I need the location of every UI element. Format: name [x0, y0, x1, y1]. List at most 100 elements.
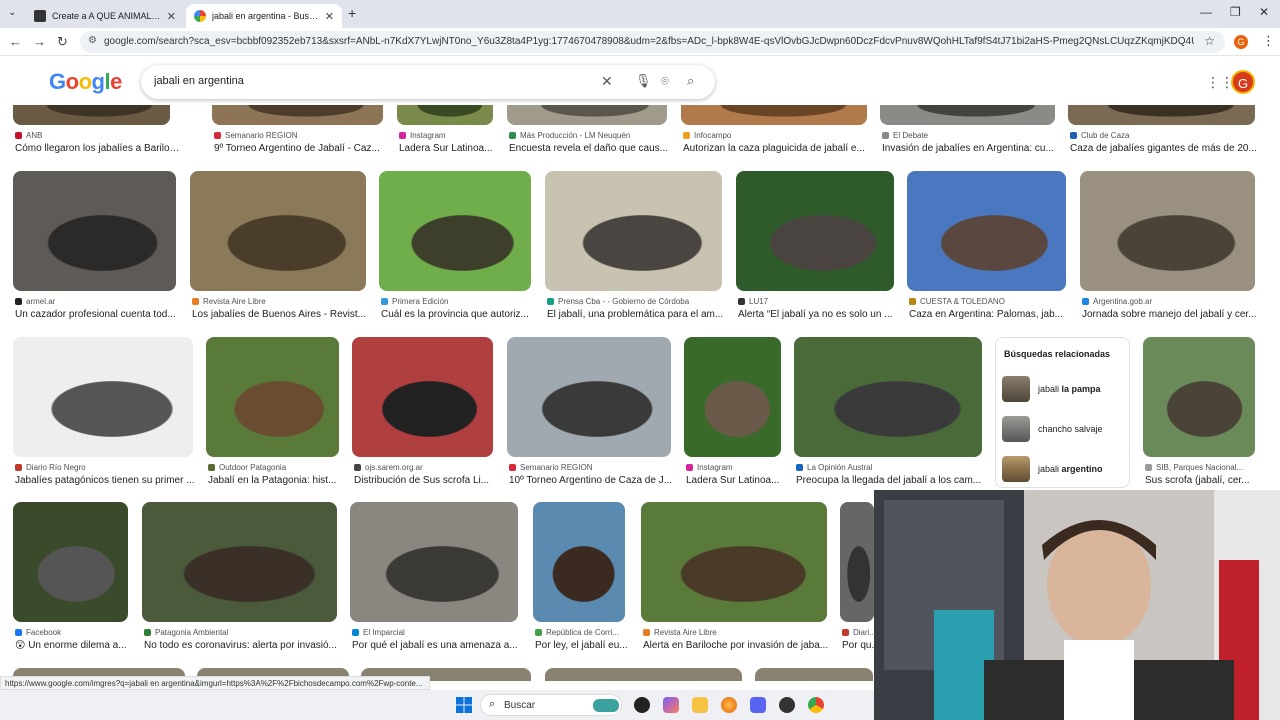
search-icon[interactable]: ⌕	[687, 73, 694, 89]
boar-photo[interactable]	[13, 105, 170, 125]
lens-icon[interactable]: ⌾	[661, 73, 669, 89]
boar-photo[interactable]	[206, 337, 339, 457]
result-title[interactable]: Caza en Argentina: Palomas, jab...	[909, 309, 1076, 320]
boar-photo[interactable]	[397, 105, 493, 125]
result-source[interactable]: CUESTA & TOLEDANO	[909, 297, 1005, 306]
boar-photo[interactable]	[736, 171, 894, 291]
result-title[interactable]: Los jabalíes de Buenos Aires - Revist...	[192, 309, 376, 320]
image-result-card[interactable]: ojs.sarem.org.ar Distribución de Sus scro…	[352, 337, 493, 507]
image-result-card[interactable]: SIB, Parques Nacional... Sus scrofa (jaba…	[1143, 337, 1255, 507]
image-result-card[interactable]: CUESTA & TOLEDANO Caza en Argentina: Palo…	[907, 171, 1066, 341]
result-source[interactable]: Semanario REGION	[214, 131, 297, 140]
boar-photo[interactable]	[545, 171, 722, 291]
app-icon[interactable]	[779, 697, 795, 713]
result-title[interactable]: Encuesta revela el daño que caus...	[509, 143, 677, 154]
image-result-card[interactable]: Revista Aire Libre Los jabalíes de Buenos…	[190, 171, 366, 341]
result-source[interactable]: Argentina.gob.ar	[1082, 297, 1152, 306]
site-info-icon[interactable]: ⚙	[88, 35, 97, 46]
tab-create[interactable]: Create a A QUE ANIMAL LE GA... ✕	[26, 4, 184, 28]
result-source[interactable]: Instagram	[399, 131, 446, 140]
image-result-card[interactable]: Club de Caza Caza de jabalíes gigantes de…	[1068, 105, 1257, 175]
result-source[interactable]: Revista Aire Libre	[643, 628, 717, 637]
search-box[interactable]: jabali en argentina ✕ 🎙 ⌾ ⌕	[141, 65, 715, 99]
image-result-card[interactable]: Revista Aire Libre Alerta en Bariloche po…	[641, 502, 828, 672]
boar-photo[interactable]	[545, 668, 742, 681]
image-result-card[interactable]: Argentina.gob.ar Jornada sobre manejo del…	[1080, 171, 1257, 341]
browser-menu-icon[interactable]: ⋮	[1262, 33, 1275, 49]
result-title[interactable]: Invasión de jabalíes en Argentina: cu...	[882, 143, 1065, 154]
result-title[interactable]: Distribución de Sus scrofa Li...	[354, 475, 503, 486]
boar-photo[interactable]	[880, 105, 1055, 125]
result-source[interactable]: Diari...	[842, 628, 876, 637]
result-source[interactable]: LU17	[738, 297, 768, 306]
related-item[interactable]: chancho salvaje	[1002, 414, 1126, 444]
result-title[interactable]: Por qué el jabalí es una amenaza a...	[352, 640, 528, 651]
image-result-card[interactable]: Instagram Ladera Sur Latinoa...	[684, 337, 781, 507]
image-result-card[interactable]: Semanario REGION 10º Torneo Argentino de …	[507, 337, 672, 507]
result-source[interactable]: Infocampo	[683, 131, 731, 140]
result-source[interactable]: Semanario REGION	[509, 463, 592, 472]
result-source[interactable]: Prensa Cba - - Gobierno de Córdoba	[547, 297, 689, 306]
boar-photo[interactable]	[684, 337, 781, 457]
image-result-card[interactable]: Semanario REGION 9º Torneo Argentino de J…	[212, 105, 383, 175]
result-title[interactable]: Alerta “El jabalí ya no es solo un ...	[738, 309, 904, 320]
minimize-icon[interactable]: —	[1200, 5, 1212, 19]
forward-icon[interactable]: →	[33, 34, 46, 49]
result-title[interactable]: No todo es coronavirus: alerta por invas…	[144, 640, 347, 651]
tab-google-search[interactable]: jabali en argentina - Buscar con... ✕	[186, 4, 342, 28]
new-tab-button[interactable]: +	[348, 5, 356, 21]
image-result-card[interactable]: El Debate Invasión de jabalíes en Argenti…	[880, 105, 1055, 175]
boar-photo[interactable]	[507, 337, 671, 457]
result-title[interactable]: Preocupa la llegada del jabalí a los cam…	[796, 475, 992, 486]
result-source[interactable]: armel.ar	[15, 297, 55, 306]
widgets-icon[interactable]	[663, 697, 679, 713]
result-source[interactable]: Primera Edición	[381, 297, 448, 306]
image-result-card[interactable]: ANB Cómo llegaron los jabalíes a Bariloch…	[13, 105, 180, 175]
image-result-card[interactable]: Primera Edición Cuál es la provincia que …	[379, 171, 531, 341]
result-source[interactable]: Patagonia Ambiental	[144, 628, 228, 637]
image-result-card[interactable]: El Imparcial Por qué el jabalí es una ame…	[350, 502, 518, 672]
image-result-card[interactable]: Diario Río Negro Jabalíes patagónicos tie…	[13, 337, 195, 507]
copilot-icon[interactable]	[634, 697, 650, 713]
boar-photo[interactable]	[641, 502, 827, 622]
boar-photo[interactable]	[142, 502, 337, 622]
image-result-card[interactable]: Patagonia Ambiental No todo es coronaviru…	[142, 502, 337, 672]
result-source[interactable]: Más Producción - LM Neuquén	[509, 131, 630, 140]
firefox-icon[interactable]	[721, 697, 737, 713]
result-source[interactable]: Outdoor Patagonia	[208, 463, 286, 472]
result-title[interactable]: 😲 Un enorme dilema a...	[15, 640, 138, 651]
result-title[interactable]: Cómo llegaron los jabalíes a Bariloche .…	[15, 143, 180, 154]
close-window-icon[interactable]: ✕	[1259, 5, 1269, 19]
image-result-card[interactable]: Facebook 😲 Un enorme dilema a...	[13, 502, 128, 672]
related-item[interactable]: jabali la pampa	[1002, 374, 1126, 404]
boar-photo[interactable]	[681, 105, 867, 125]
windows-start-icon[interactable]	[456, 697, 472, 713]
result-source[interactable]: El Imparcial	[352, 628, 405, 637]
result-source[interactable]: El Debate	[882, 131, 928, 140]
result-source[interactable]: Club de Caza	[1070, 131, 1129, 140]
restore-icon[interactable]: ❐	[1230, 5, 1241, 19]
boar-photo[interactable]	[13, 502, 128, 622]
image-result-card[interactable]: Instagram Ladera Sur Latinoa...	[397, 105, 493, 175]
result-source[interactable]: Diario Río Negro	[15, 463, 86, 472]
browser-profile-avatar[interactable]: G	[1234, 35, 1248, 49]
tab-search-icon[interactable]: ⌄	[8, 7, 16, 18]
result-source[interactable]: SIB, Parques Nacional...	[1145, 463, 1243, 472]
close-tab-icon[interactable]: ✕	[167, 10, 176, 23]
boar-photo[interactable]	[13, 337, 193, 457]
back-icon[interactable]: ←	[9, 34, 22, 49]
google-logo[interactable]: Google	[49, 69, 122, 95]
discord-icon[interactable]	[750, 697, 766, 713]
result-title[interactable]: El jabalí, una problemática para el am..…	[547, 309, 732, 320]
boar-photo[interactable]	[840, 502, 874, 622]
result-source[interactable]: Instagram	[686, 463, 733, 472]
clear-icon[interactable]: ✕	[601, 73, 613, 90]
result-source[interactable]: República de Corri...	[535, 628, 619, 637]
boar-photo[interactable]	[1143, 337, 1255, 457]
result-title[interactable]: Cuál es la provincia que autoriz...	[381, 309, 541, 320]
result-source[interactable]: ojs.sarem.org.ar	[354, 463, 423, 472]
image-result-card[interactable]: Prensa Cba - - Gobierno de Córdoba El jab…	[545, 171, 723, 341]
result-title[interactable]: Ladera Sur Latinoa...	[399, 143, 503, 154]
result-title[interactable]: 10º Torneo Argentino de Caza de J...	[509, 475, 681, 486]
image-result-card[interactable]: armel.ar Un cazador profesional cuenta to…	[13, 171, 176, 341]
